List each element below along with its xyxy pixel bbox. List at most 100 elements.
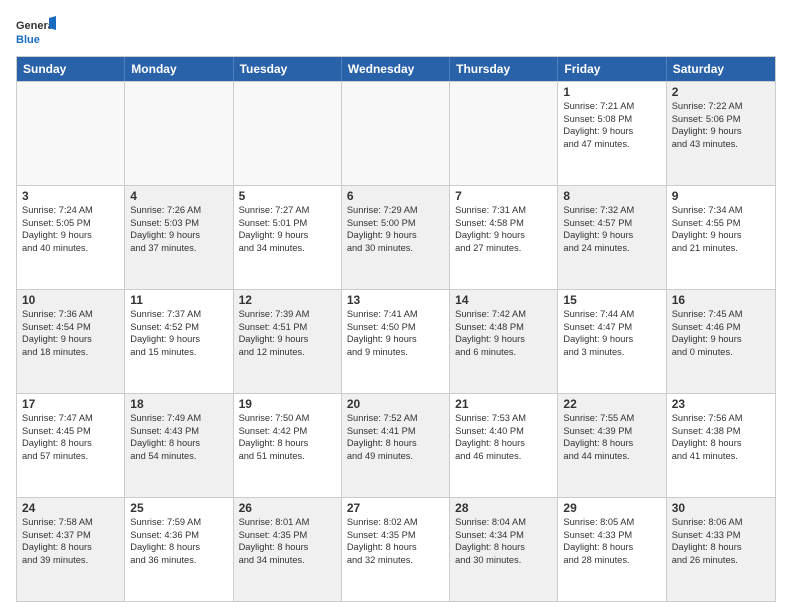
cell-info-line: and 18 minutes. [22, 346, 119, 359]
cell-info-line: Sunset: 4:35 PM [239, 529, 336, 542]
cal-cell: 30Sunrise: 8:06 AMSunset: 4:33 PMDayligh… [667, 498, 775, 601]
cell-info-line: Sunrise: 8:04 AM [455, 516, 552, 529]
cell-info-line: Sunset: 5:01 PM [239, 217, 336, 230]
cell-info-line: Sunrise: 7:36 AM [22, 308, 119, 321]
logo-svg: General Blue [16, 16, 56, 48]
cell-info-line: Sunrise: 8:02 AM [347, 516, 444, 529]
cal-cell: 27Sunrise: 8:02 AMSunset: 4:35 PMDayligh… [342, 498, 450, 601]
cell-info-line: Sunrise: 8:05 AM [563, 516, 660, 529]
cell-info-line: Sunset: 4:52 PM [130, 321, 227, 334]
day-number: 29 [563, 501, 660, 515]
day-number: 3 [22, 189, 119, 203]
header-day-wednesday: Wednesday [342, 57, 450, 81]
cell-info-line: Sunrise: 7:32 AM [563, 204, 660, 217]
cal-cell: 18Sunrise: 7:49 AMSunset: 4:43 PMDayligh… [125, 394, 233, 497]
cell-info-line: Sunrise: 7:55 AM [563, 412, 660, 425]
svg-text:Blue: Blue [16, 34, 40, 46]
cell-info-line: Sunset: 4:42 PM [239, 425, 336, 438]
cell-info-line: Daylight: 9 hours [563, 229, 660, 242]
day-number: 25 [130, 501, 227, 515]
cal-cell: 1Sunrise: 7:21 AMSunset: 5:08 PMDaylight… [558, 82, 666, 185]
cell-info-line: and 37 minutes. [130, 242, 227, 255]
cell-info-line: Sunrise: 7:34 AM [672, 204, 770, 217]
cell-info-line: and 3 minutes. [563, 346, 660, 359]
cell-info-line: Sunrise: 7:41 AM [347, 308, 444, 321]
cal-cell: 20Sunrise: 7:52 AMSunset: 4:41 PMDayligh… [342, 394, 450, 497]
cell-info-line: Daylight: 9 hours [347, 229, 444, 242]
header-day-tuesday: Tuesday [234, 57, 342, 81]
cell-info-line: Sunset: 4:54 PM [22, 321, 119, 334]
cal-cell: 25Sunrise: 7:59 AMSunset: 4:36 PMDayligh… [125, 498, 233, 601]
cell-info-line: and 6 minutes. [455, 346, 552, 359]
cell-info-line: Daylight: 8 hours [455, 541, 552, 554]
calendar-body: 1Sunrise: 7:21 AMSunset: 5:08 PMDaylight… [17, 81, 775, 601]
cell-info-line: Daylight: 9 hours [672, 125, 770, 138]
cell-info-line: and 0 minutes. [672, 346, 770, 359]
cal-cell [125, 82, 233, 185]
day-number: 30 [672, 501, 770, 515]
day-number: 24 [22, 501, 119, 515]
cell-info-line: Daylight: 8 hours [455, 437, 552, 450]
cell-info-line: and 12 minutes. [239, 346, 336, 359]
cell-info-line: and 9 minutes. [347, 346, 444, 359]
cell-info-line: Daylight: 8 hours [672, 541, 770, 554]
day-number: 6 [347, 189, 444, 203]
cell-info-line: and 43 minutes. [672, 138, 770, 151]
cell-info-line: and 27 minutes. [455, 242, 552, 255]
day-number: 5 [239, 189, 336, 203]
cell-info-line: Daylight: 8 hours [130, 437, 227, 450]
cell-info-line: Sunrise: 7:26 AM [130, 204, 227, 217]
cal-cell: 6Sunrise: 7:29 AMSunset: 5:00 PMDaylight… [342, 186, 450, 289]
cell-info-line: Daylight: 9 hours [455, 333, 552, 346]
day-number: 22 [563, 397, 660, 411]
cell-info-line: Sunrise: 7:44 AM [563, 308, 660, 321]
cal-cell: 8Sunrise: 7:32 AMSunset: 4:57 PMDaylight… [558, 186, 666, 289]
cal-cell [17, 82, 125, 185]
cell-info-line: Sunset: 5:06 PM [672, 113, 770, 126]
cell-info-line: Sunset: 4:34 PM [455, 529, 552, 542]
cell-info-line: Sunset: 5:03 PM [130, 217, 227, 230]
cell-info-line: Daylight: 8 hours [347, 541, 444, 554]
header-day-friday: Friday [558, 57, 666, 81]
day-number: 9 [672, 189, 770, 203]
cell-info-line: Sunset: 4:55 PM [672, 217, 770, 230]
cell-info-line: Sunset: 4:39 PM [563, 425, 660, 438]
cell-info-line: Sunset: 4:58 PM [455, 217, 552, 230]
cell-info-line: Sunrise: 7:49 AM [130, 412, 227, 425]
cal-cell: 2Sunrise: 7:22 AMSunset: 5:06 PMDaylight… [667, 82, 775, 185]
cell-info-line: Sunset: 4:41 PM [347, 425, 444, 438]
cal-row-4: 17Sunrise: 7:47 AMSunset: 4:45 PMDayligh… [17, 393, 775, 497]
cell-info-line: Sunset: 5:00 PM [347, 217, 444, 230]
cal-row-5: 24Sunrise: 7:58 AMSunset: 4:37 PMDayligh… [17, 497, 775, 601]
cell-info-line: Sunrise: 7:21 AM [563, 100, 660, 113]
cal-cell: 5Sunrise: 7:27 AMSunset: 5:01 PMDaylight… [234, 186, 342, 289]
cell-info-line: Sunrise: 7:42 AM [455, 308, 552, 321]
day-number: 1 [563, 85, 660, 99]
cal-cell: 10Sunrise: 7:36 AMSunset: 4:54 PMDayligh… [17, 290, 125, 393]
cell-info-line: Sunset: 4:33 PM [563, 529, 660, 542]
day-number: 7 [455, 189, 552, 203]
cal-cell: 14Sunrise: 7:42 AMSunset: 4:48 PMDayligh… [450, 290, 558, 393]
header-day-thursday: Thursday [450, 57, 558, 81]
cell-info-line: Daylight: 8 hours [563, 541, 660, 554]
cell-info-line: Sunrise: 7:58 AM [22, 516, 119, 529]
cell-info-line: Sunrise: 7:37 AM [130, 308, 227, 321]
cell-info-line: Sunset: 4:57 PM [563, 217, 660, 230]
cell-info-line: Sunrise: 7:45 AM [672, 308, 770, 321]
day-number: 4 [130, 189, 227, 203]
day-number: 14 [455, 293, 552, 307]
day-number: 16 [672, 293, 770, 307]
cell-info-line: and 32 minutes. [347, 554, 444, 567]
cell-info-line: and 40 minutes. [22, 242, 119, 255]
day-number: 23 [672, 397, 770, 411]
header-day-sunday: Sunday [17, 57, 125, 81]
cell-info-line: Sunrise: 7:22 AM [672, 100, 770, 113]
day-number: 15 [563, 293, 660, 307]
cal-cell: 19Sunrise: 7:50 AMSunset: 4:42 PMDayligh… [234, 394, 342, 497]
day-number: 10 [22, 293, 119, 307]
cal-cell: 28Sunrise: 8:04 AMSunset: 4:34 PMDayligh… [450, 498, 558, 601]
cell-info-line: Sunrise: 7:24 AM [22, 204, 119, 217]
cell-info-line: Daylight: 9 hours [347, 333, 444, 346]
cal-cell: 16Sunrise: 7:45 AMSunset: 4:46 PMDayligh… [667, 290, 775, 393]
cell-info-line: Daylight: 8 hours [563, 437, 660, 450]
